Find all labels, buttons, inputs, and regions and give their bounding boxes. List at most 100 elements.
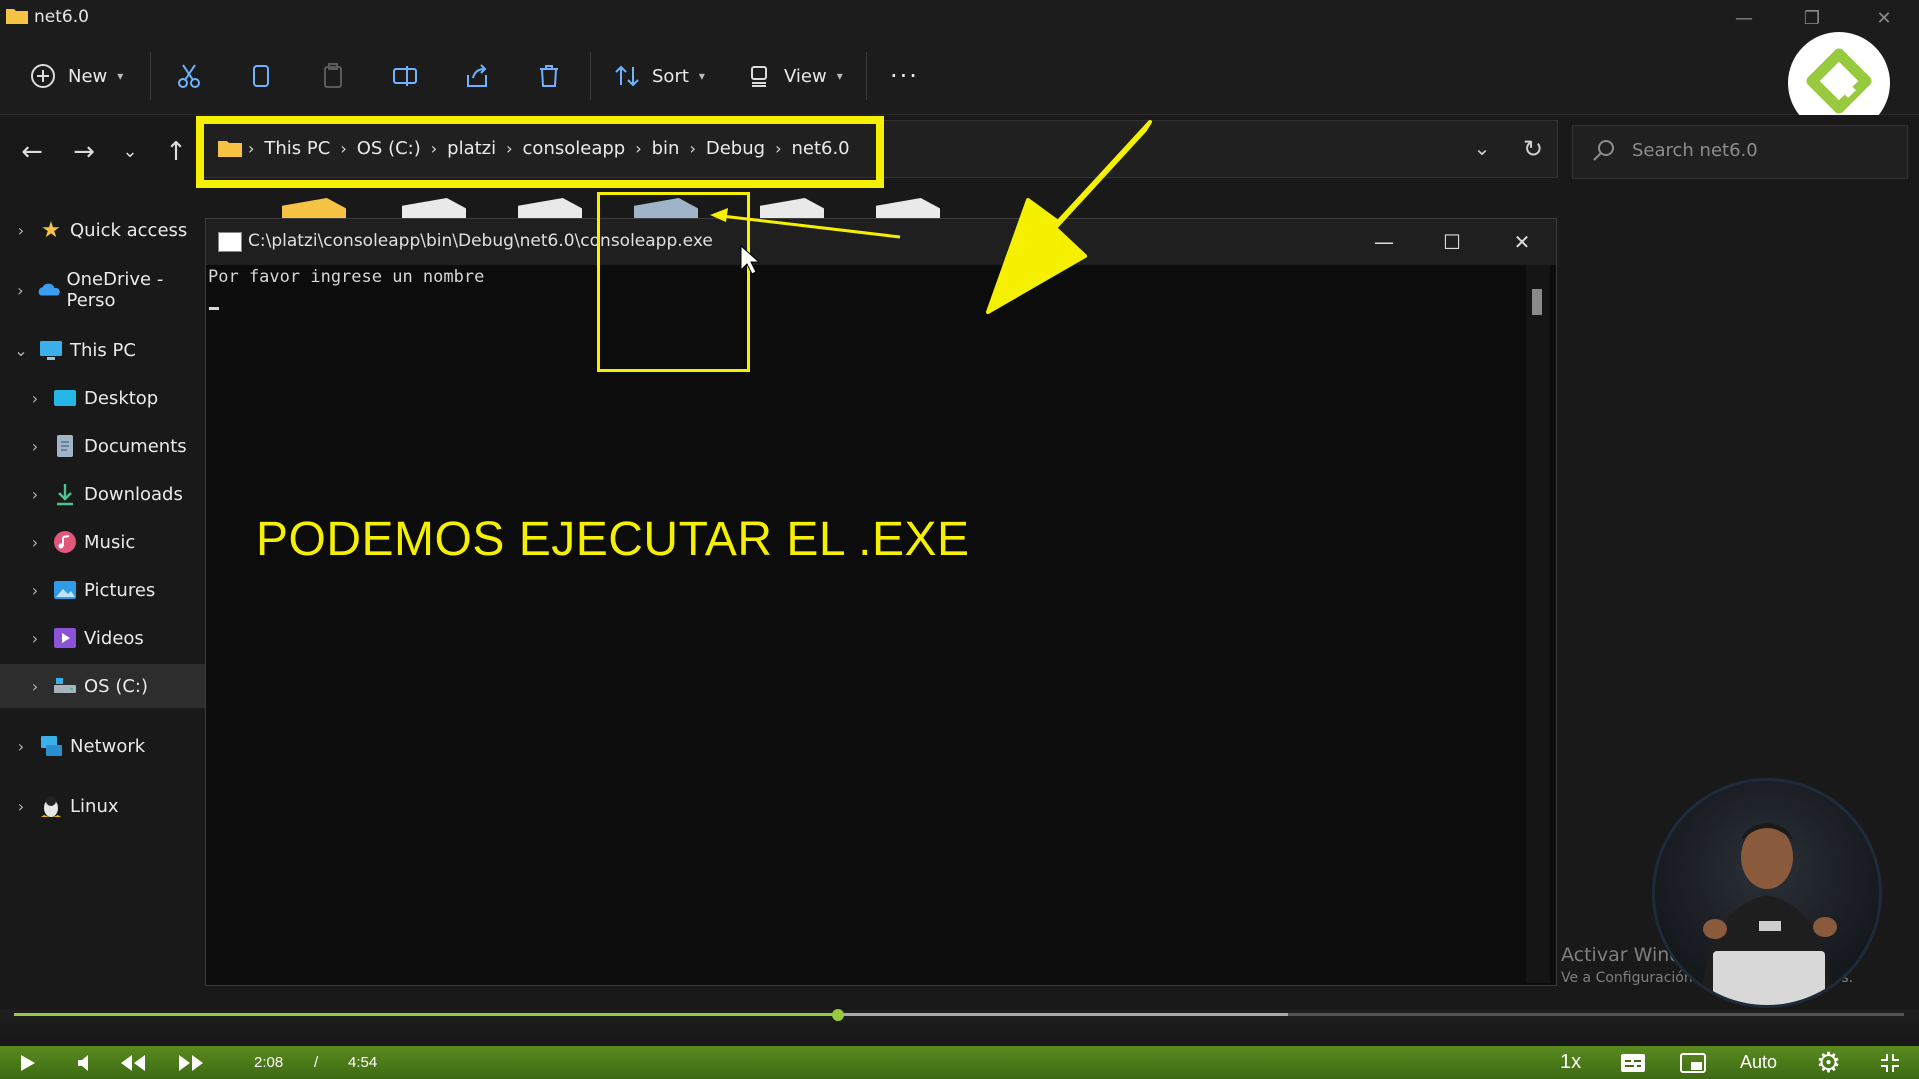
console-close-button[interactable]: ✕	[1492, 225, 1552, 259]
folder-icon	[6, 9, 28, 24]
trash-icon	[540, 65, 558, 87]
view-button[interactable]: View ▾	[744, 56, 843, 96]
fast-forward-icon[interactable]	[178, 1046, 204, 1079]
sidebar-item-network[interactable]: › Network	[0, 724, 206, 768]
video-icon	[54, 628, 76, 648]
console-scrollbar-track[interactable]	[1526, 265, 1550, 983]
music-icon	[54, 531, 76, 553]
settings-gear-icon[interactable]: ⚙	[1816, 1046, 1841, 1079]
console-window[interactable]: C:\platzi\consoleapp\bin\Debug\net6.0\co…	[205, 218, 1557, 986]
volume-icon[interactable]	[76, 1046, 94, 1079]
presenter-webcam	[1652, 778, 1882, 1008]
chevron-right-icon: ›	[17, 220, 25, 240]
maximize-button[interactable]: ❐	[1784, 4, 1840, 34]
delete-button[interactable]	[534, 56, 564, 96]
refresh-icon[interactable]: ↻	[1516, 132, 1550, 166]
up-arrow-icon[interactable]: ↑	[156, 133, 196, 171]
sort-label: Sort	[652, 65, 689, 87]
toolbar-divider	[866, 52, 867, 100]
sidebar-item-label: OS (C:)	[84, 675, 148, 697]
chevron-right-icon: ›	[31, 436, 39, 456]
chevron-right-icon: ›	[31, 532, 39, 552]
address-history-chevron-icon[interactable]: ⌄	[1466, 132, 1498, 164]
captions-icon[interactable]	[1620, 1046, 1646, 1079]
share-button[interactable]	[462, 56, 492, 96]
playback-speed-button[interactable]: 1x	[1560, 1046, 1581, 1079]
sidebar-item-music[interactable]: › Music	[0, 520, 206, 564]
current-time: 2:08	[254, 1054, 284, 1071]
document-icon	[57, 435, 73, 457]
chevron-down-icon: ▾	[698, 69, 705, 83]
console-title-bar: C:\platzi\consoleapp\bin\Debug\net6.0\co…	[206, 219, 1556, 265]
forward-arrow-icon[interactable]: →	[64, 133, 104, 171]
new-button[interactable]: New ▾	[28, 56, 123, 96]
sidebar-item-linux[interactable]: › Linux	[0, 784, 206, 828]
clipboard-icon	[324, 63, 342, 88]
seek-handle[interactable]	[832, 1009, 844, 1021]
new-label: New	[68, 65, 108, 87]
sidebar-item-quick-access[interactable]: › ★ Quick access	[0, 208, 206, 252]
cut-button[interactable]	[174, 56, 204, 96]
recent-locations-chevron-icon[interactable]: ⌄	[110, 133, 150, 171]
exit-fullscreen-icon[interactable]	[1880, 1046, 1900, 1079]
drive-icon	[54, 678, 76, 693]
sidebar-item-label: Downloads	[84, 483, 183, 505]
view-label: View	[784, 65, 827, 87]
chevron-right-icon: ›	[31, 484, 39, 504]
chevron-down-icon: ⌄	[14, 340, 28, 360]
title-bar: net6.0 — ❐ ✕	[0, 0, 1919, 38]
console-minimize-button[interactable]: —	[1354, 225, 1414, 259]
share-icon	[467, 64, 487, 87]
sort-icon	[615, 65, 639, 87]
sort-button[interactable]: Sort ▾	[612, 56, 705, 96]
file-explorer-window: net6.0 — ❐ ✕ New ▾ Sort ▾ View ▾ ··· ← →…	[0, 0, 1919, 1010]
sidebar-item-label: Videos	[84, 627, 144, 649]
sidebar-item-desktop[interactable]: › Desktop	[0, 376, 206, 420]
seek-progress	[14, 1013, 838, 1016]
sidebar-item-os-c[interactable]: › OS (C:)	[0, 664, 206, 708]
copy-icon	[253, 65, 269, 87]
rename-button[interactable]	[390, 56, 420, 96]
scissors-icon	[178, 64, 200, 88]
presenter-avatar	[1701, 823, 1837, 1005]
sidebar-item-label: Music	[84, 531, 136, 553]
sidebar-item-pictures[interactable]: › Pictures	[0, 568, 206, 612]
address-highlight-box	[196, 116, 884, 188]
console-output-text: Por favor ingrese un nombre	[208, 267, 485, 287]
view-icon	[751, 66, 767, 87]
more-options-button[interactable]: ···	[890, 56, 919, 96]
time-separator: /	[314, 1054, 319, 1071]
sidebar-item-videos[interactable]: › Videos	[0, 616, 206, 660]
play-icon[interactable]	[20, 1046, 36, 1079]
sidebar-item-label: Quick access	[70, 219, 188, 241]
video-caption: PODEMOS EJECUTAR EL .EXE	[256, 513, 970, 566]
back-arrow-icon[interactable]: ←	[12, 133, 52, 171]
chevron-down-icon: ▾	[117, 69, 124, 83]
sidebar-item-documents[interactable]: › Documents	[0, 424, 206, 468]
linux-icon	[41, 796, 61, 817]
sidebar-item-downloads[interactable]: › Downloads	[0, 472, 206, 516]
download-icon	[57, 484, 73, 506]
quality-button[interactable]: Auto	[1740, 1046, 1777, 1079]
sidebar-item-label: Desktop	[84, 387, 159, 409]
sidebar-item-onedrive[interactable]: › OneDrive - Perso	[0, 268, 206, 312]
picture-in-picture-icon[interactable]	[1680, 1046, 1706, 1079]
sidebar-item-label: Pictures	[84, 579, 156, 601]
sidebar-item-this-pc[interactable]: ⌄ This PC	[0, 328, 206, 372]
picture-icon	[54, 581, 76, 599]
copy-button[interactable]	[246, 56, 276, 96]
rename-icon	[393, 66, 417, 86]
console-maximize-button[interactable]: ☐	[1422, 225, 1482, 259]
chevron-right-icon: ›	[31, 388, 39, 408]
network-icon	[41, 736, 62, 756]
minimize-button[interactable]: —	[1716, 4, 1772, 34]
chevron-right-icon: ›	[17, 280, 24, 300]
rewind-icon[interactable]	[120, 1046, 146, 1079]
sidebar-item-label: This PC	[70, 339, 136, 361]
close-button[interactable]: ✕	[1856, 4, 1912, 34]
chevron-right-icon: ›	[31, 676, 39, 696]
console-scrollbar-thumb[interactable]	[1532, 289, 1542, 315]
paste-button[interactable]	[318, 56, 348, 96]
chevron-right-icon: ›	[31, 628, 39, 648]
search-placeholder: Search net6.0	[1632, 140, 1758, 161]
